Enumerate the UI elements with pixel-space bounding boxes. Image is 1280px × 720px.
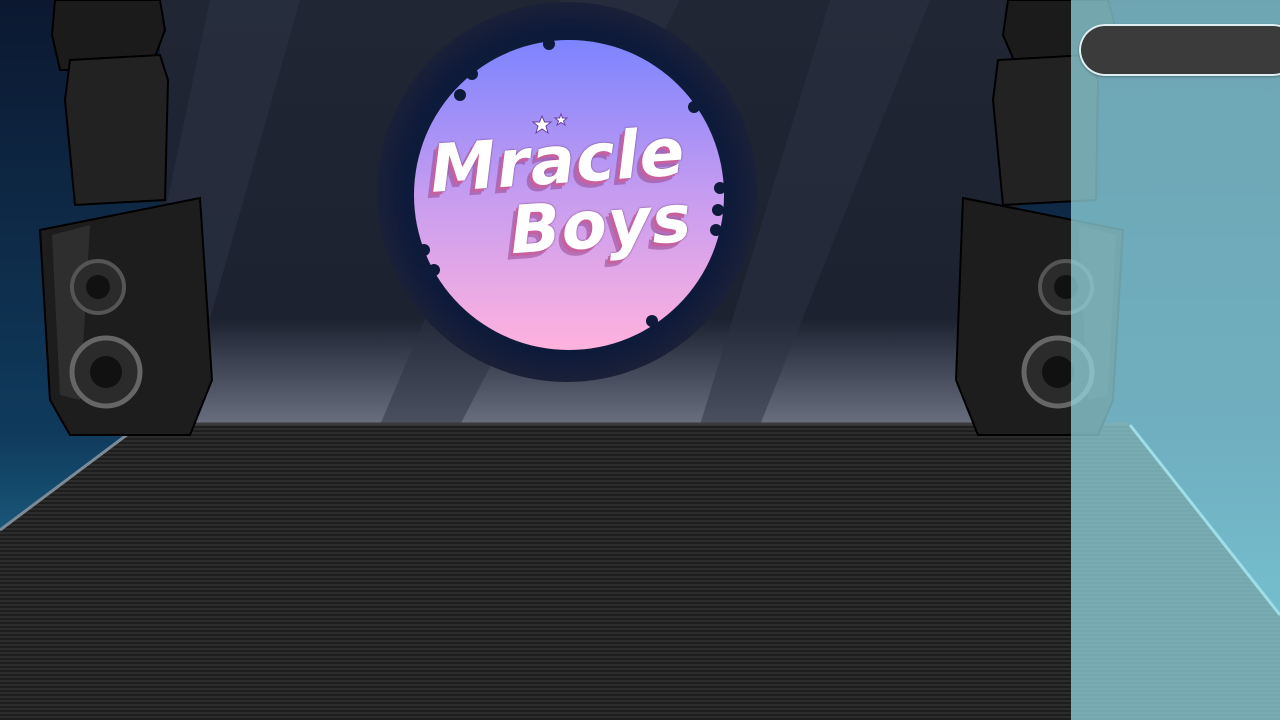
top-menu-button[interactable]: [1079, 24, 1280, 76]
logo-title-line2: Boys: [507, 179, 695, 270]
side-panel-overlay: [1071, 0, 1280, 720]
left-speaker-stack-icon: [38, 0, 214, 436]
game-scene: Mracle Boys: [0, 0, 1280, 720]
